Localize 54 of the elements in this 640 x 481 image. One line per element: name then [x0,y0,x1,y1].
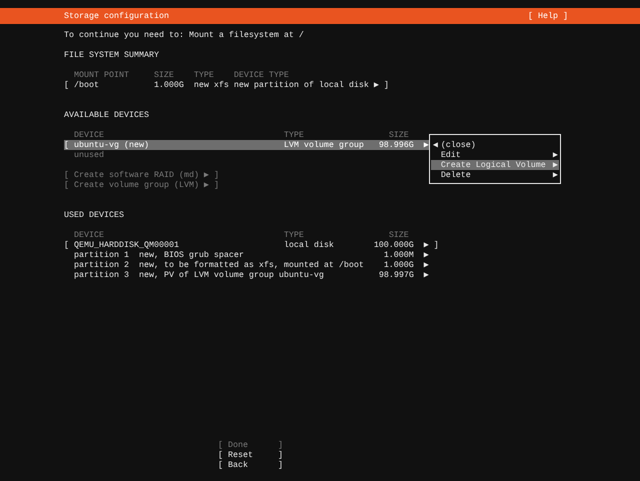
row-menu-arrow[interactable]: ▶ [424,270,429,280]
table-cell-text: new, PV of LVM volume group ubuntu-vg [138,270,325,280]
footer-button[interactable]: [ Back ] [218,460,283,470]
menu-item[interactable]: Delete ▶ [430,170,559,180]
table-cell-text: 98.996G [378,140,414,150]
row-menu-arrow[interactable]: ▶ [424,140,429,150]
bracket: ] [434,240,439,250]
column-header: SIZE [388,230,409,240]
table-cell-text: 1.000M [382,250,414,260]
row-menu-arrow[interactable]: ▶ [374,80,379,90]
row-menu-arrow[interactable]: ▶ [424,240,429,250]
bracket: [ [64,240,70,250]
section-heading: FILE SYSTEM SUMMARY [64,50,159,60]
row-menu-arrow[interactable]: ▶ [424,260,429,270]
table-cell-text: 1.000G [154,80,185,90]
column-header: DEVICE TYPE [234,70,289,80]
section-heading: AVAILABLE DEVICES [64,110,149,120]
help-button[interactable]: [ Help ] [528,11,568,21]
menu-item[interactable]: Create Logical Volume ▶ [430,160,559,170]
column-header: TYPE [284,230,305,240]
device-status: unused [74,150,104,160]
table-cell-text: QEMU_HARDDISK_QM00001 [74,240,180,250]
column-header: SIZE [154,70,175,80]
table-cell-text: 1.000G [382,260,414,270]
column-header: DEVICE [74,130,105,140]
table-cell-text: /boot [74,80,100,90]
instruction-text: To continue you need to: Mount a filesystem at / [64,30,304,40]
bracket: [ [64,80,70,90]
column-header: MOUNT POINT [74,70,130,80]
table-cell-text: 100.000G [372,240,414,250]
table-cell-text: local disk [284,240,335,250]
footer-button[interactable]: [ Reset ] [218,450,283,460]
section-heading: USED DEVICES [64,210,124,220]
table-cell-text: partition 2 [74,260,130,270]
table-cell-text: new xfs [194,80,230,90]
table-cell-text: LVM volume group [284,140,365,150]
table-cell-text: ubuntu-vg (new) [74,140,150,150]
table-cell: new partition of local disk [234,80,369,90]
bracket: [ [64,140,70,150]
column-header: TYPE [284,130,304,140]
bracket: ] [384,80,389,90]
table-cell-text: partition 1 [74,250,130,260]
menu-item[interactable]: Edit ▶ [430,150,559,160]
column-header: TYPE [194,70,214,80]
device-row[interactable]: [ ubuntu-vg (new) LVM volume group 98.996G ▶ [64,140,429,150]
screen-title: Storage configuration [64,11,169,21]
menu-item[interactable]: ◀ (close) [430,140,559,150]
table-cell-text: new, to be formatted as xfs, mounted at /boot [138,260,365,270]
table-cell-text: new, BIOS grub spacer [138,250,245,260]
table-cell-text: partition 3 [74,270,130,280]
row-menu-arrow[interactable]: ▶ [424,250,429,260]
column-header: SIZE [388,130,409,140]
table-cell-text: 98.997G [378,270,414,280]
column-header: DEVICE [74,230,105,240]
